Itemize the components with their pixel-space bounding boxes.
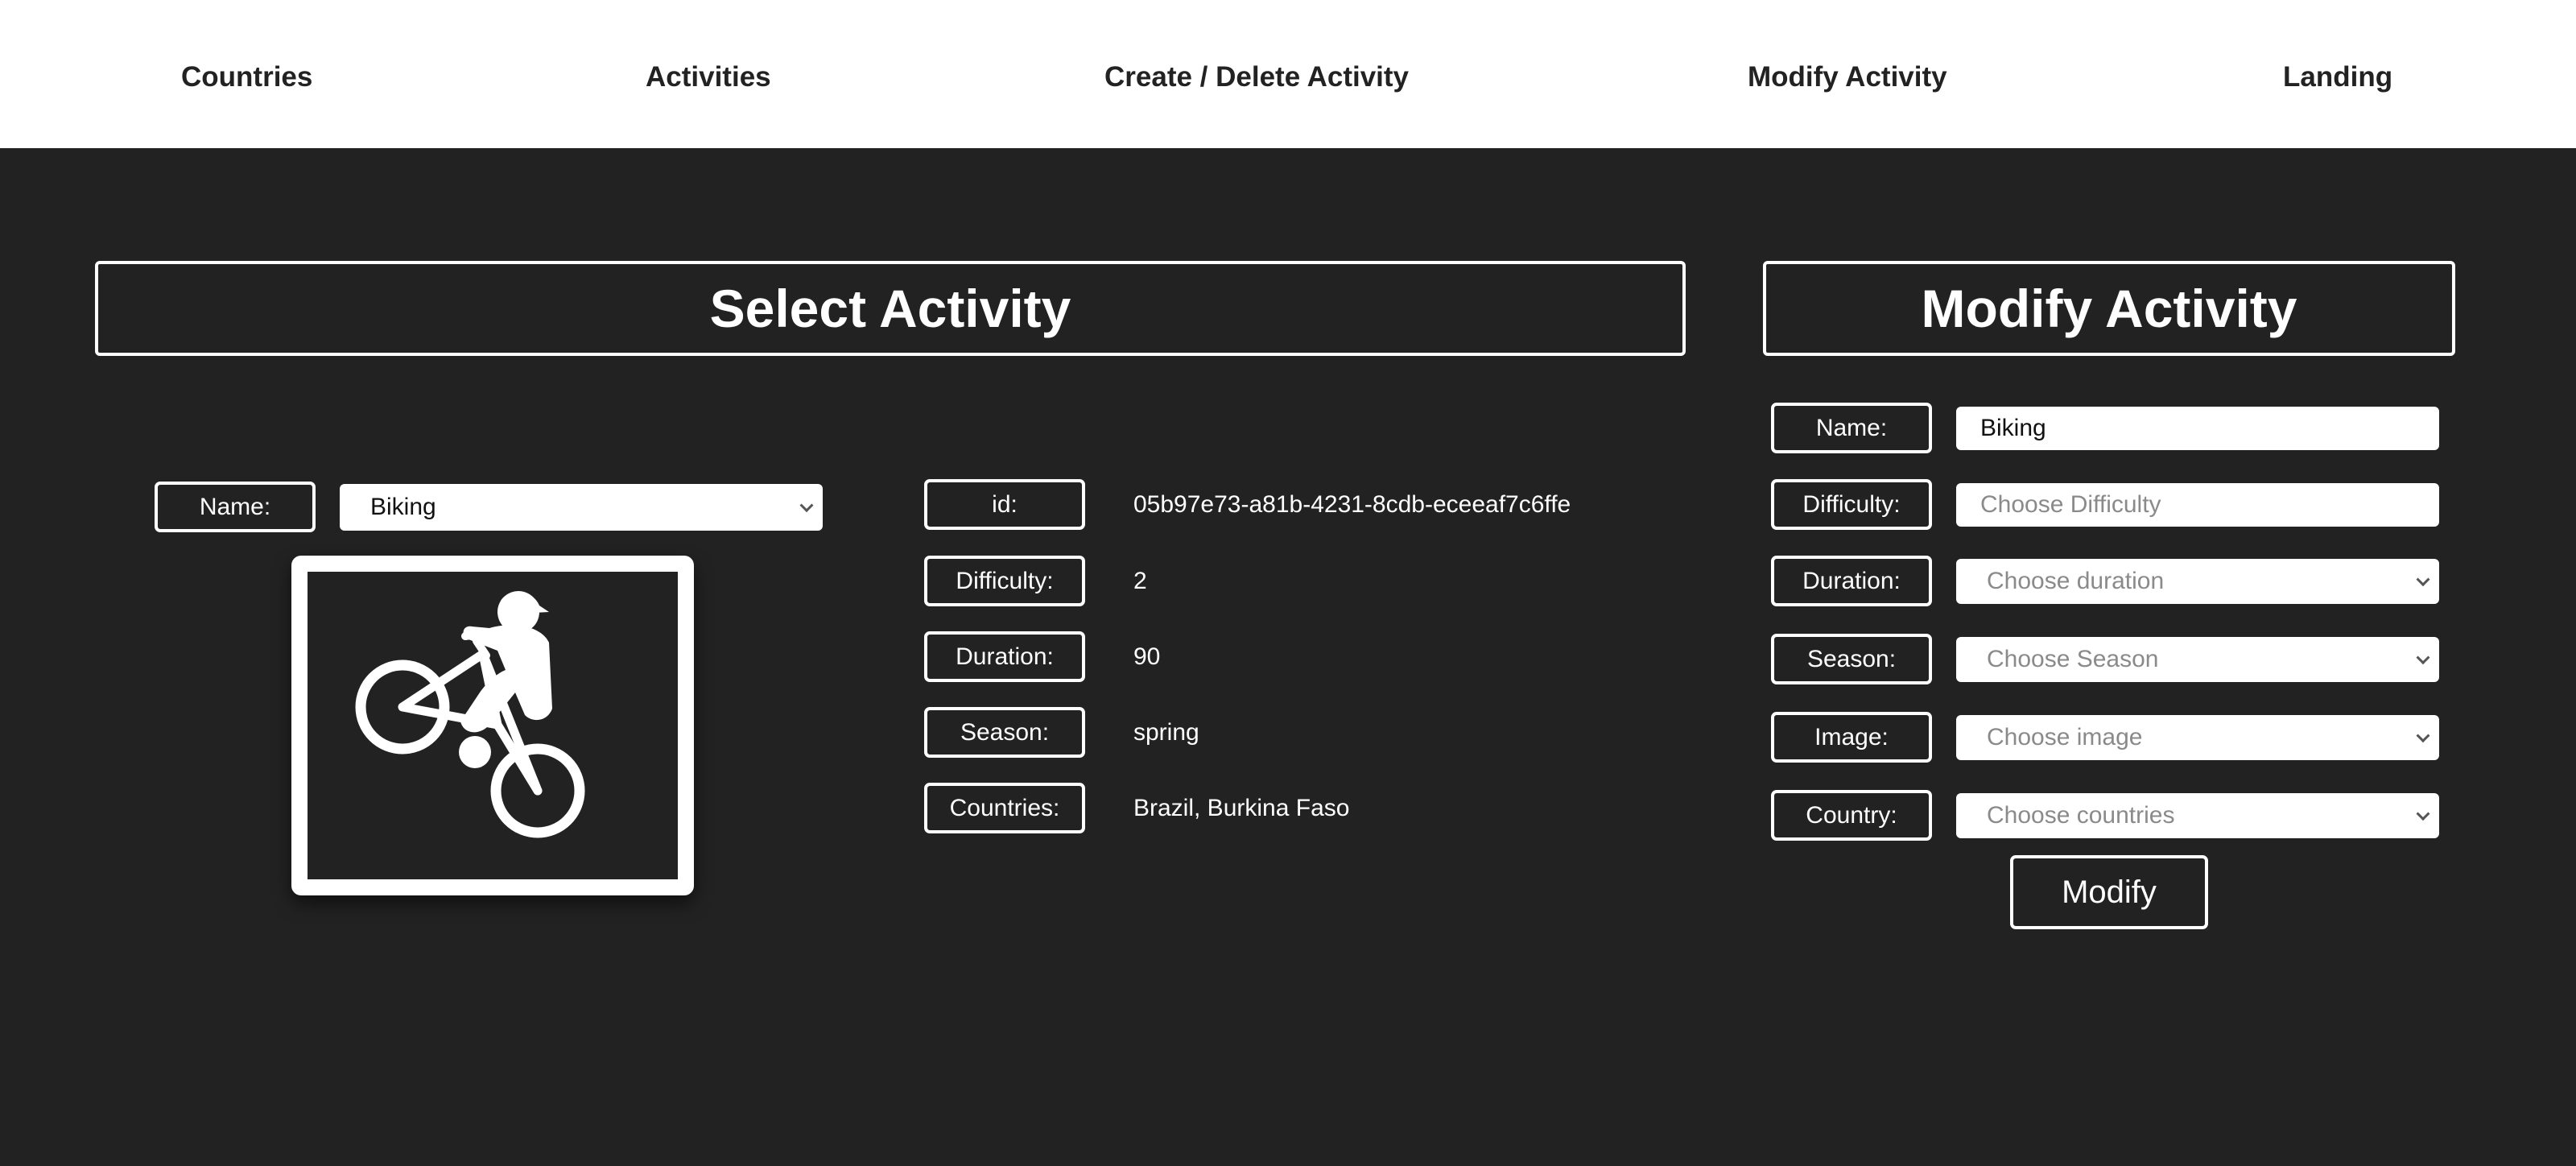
season-label: Season: (924, 707, 1085, 758)
duration-label: Duration: (924, 631, 1085, 682)
id-value: 05b97e73-a81b-4231-8cdb-eceeaf7c6ffe (1133, 491, 1570, 518)
modify-season-select[interactable]: Choose Season (1956, 637, 2439, 682)
modify-image-label-text: Image: (1814, 723, 1889, 750)
season-value: spring (1133, 719, 1199, 746)
modify-name-label: Name: (1771, 403, 1932, 453)
modify-activity-title: Modify Activity (1763, 261, 2455, 356)
select-activity-title-text: Select Activity (709, 279, 1071, 338)
modify-season-placeholder: Choose Season (1987, 646, 2159, 672)
modify-duration-select[interactable]: Choose duration (1956, 559, 2439, 604)
select-name-label: Name: (155, 482, 316, 532)
difficulty-label: Difficulty: (924, 556, 1085, 606)
season-label-text: Season: (960, 718, 1050, 746)
modify-duration-label-text: Duration: (1802, 567, 1901, 594)
modify-season-label: Season: (1771, 634, 1932, 684)
id-label: id: (924, 479, 1085, 530)
modify-country-label: Country: (1771, 790, 1932, 841)
modify-image-label: Image: (1771, 712, 1932, 763)
modify-season-label-text: Season: (1806, 645, 1897, 672)
modify-image-placeholder: Choose image (1987, 724, 2143, 750)
activity-name-select-value: Biking (370, 494, 436, 520)
modify-country-placeholder: Choose countries (1987, 802, 2175, 829)
modify-image-select[interactable]: Choose image (1956, 715, 2439, 760)
biker-wheelie-icon (355, 591, 585, 838)
difficulty-label-text: Difficulty: (956, 567, 1054, 594)
activity-name-select[interactable]: Biking (340, 484, 823, 531)
chevron-down-icon (2416, 573, 2430, 587)
top-navbar: Countries Activities Create / Delete Act… (0, 0, 2576, 148)
duration-label-text: Duration: (956, 643, 1054, 670)
countries-value: Brazil, Burkina Faso (1133, 795, 1350, 821)
modify-button-label: Modify (2062, 874, 2157, 910)
modify-duration-label: Duration: (1771, 556, 1932, 606)
modify-duration-placeholder: Choose duration (1987, 568, 2165, 594)
select-activity-title: Select Activity (95, 261, 1686, 356)
select-name-label-text: Name: (199, 493, 271, 520)
modify-button[interactable]: Modify (2010, 855, 2208, 929)
modify-activity-title-text: Modify Activity (1921, 279, 2297, 338)
modify-name-input-value: Biking (1980, 415, 2046, 441)
duration-value: 90 (1133, 643, 1161, 670)
modify-country-select[interactable]: Choose countries (1956, 793, 2439, 838)
nav-link-modify-activity[interactable]: Modify Activity (1748, 60, 1947, 95)
activity-image (291, 556, 694, 895)
modify-country-label-text: Country: (1806, 801, 1897, 829)
countries-label-text: Countries: (949, 794, 1060, 821)
nav-link-activities[interactable]: Activities (646, 60, 771, 95)
chevron-down-icon (2416, 651, 2430, 665)
modify-difficulty-label: Difficulty: (1771, 479, 1932, 530)
chevron-down-icon (2416, 729, 2430, 743)
nav-link-landing[interactable]: Landing (2283, 60, 2392, 95)
activity-image-canvas (308, 572, 678, 879)
difficulty-value: 2 (1133, 568, 1147, 594)
id-label-text: id: (992, 490, 1018, 518)
nav-link-create-delete-activity[interactable]: Create / Delete Activity (1104, 60, 1409, 95)
modify-difficulty-input[interactable]: Choose Difficulty (1956, 483, 2439, 527)
modify-name-input[interactable]: Biking (1956, 407, 2439, 450)
modify-name-label-text: Name: (1815, 414, 1888, 441)
modify-difficulty-label-text: Difficulty: (1802, 490, 1901, 518)
nav-link-countries[interactable]: Countries (181, 60, 312, 95)
modify-difficulty-placeholder: Choose Difficulty (1980, 491, 2161, 518)
chevron-down-icon (799, 498, 814, 513)
chevron-down-icon (2416, 807, 2430, 821)
countries-label: Countries: (924, 783, 1085, 833)
